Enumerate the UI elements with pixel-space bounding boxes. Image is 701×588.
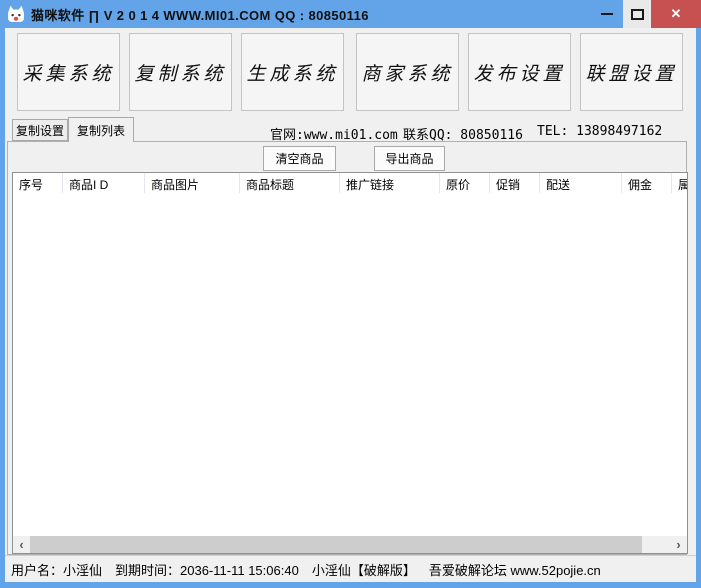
table-body (13, 193, 687, 536)
close-button[interactable]: ✕ (651, 0, 701, 28)
maximize-icon (631, 9, 644, 20)
minimize-button[interactable] (590, 0, 623, 28)
column-header-6[interactable]: 促销 (490, 173, 540, 193)
column-header-7[interactable]: 配送 (540, 173, 622, 193)
toolbar: 采集系统复制系统生成系统商家系统发布设置联盟设置 (5, 33, 696, 111)
window-controls: ✕ (590, 0, 701, 28)
status-bar: 用户名：小淫仙到期时间：2036-11-11 15:06:40 小淫仙【破解版】吾… (5, 555, 696, 582)
window-title: 猫咪软件 ∏ V 2 0 1 4 WWW.MI01.COM QQ : 80850… (31, 5, 369, 24)
column-header-0[interactable]: 序号 (13, 173, 63, 193)
product-list: 序号商品I D商品图片商品标题推广链接原价促销配送佣金属性 ‹ › (12, 172, 688, 554)
column-header-5[interactable]: 原价 (440, 173, 490, 193)
maximize-button[interactable] (623, 0, 651, 28)
clear-products-button[interactable]: 清空商品 (263, 146, 336, 171)
export-products-button[interactable]: 导出商品 (374, 146, 445, 171)
app-icon-cat (7, 5, 25, 23)
toolbar-button-collect-system[interactable]: 采集系统 (17, 33, 120, 111)
scroll-right-button[interactable]: › (670, 536, 687, 553)
scroll-left-button[interactable]: ‹ (13, 536, 30, 553)
scrollbar-track[interactable] (642, 536, 670, 553)
status-part-2: 小淫仙【破解版】 (312, 560, 416, 579)
column-header-1[interactable]: 商品I D (63, 173, 145, 193)
toolbar-button-alliance-settings[interactable]: 联盟设置 (580, 33, 683, 111)
toolbar-button-publish-settings[interactable]: 发布设置 (468, 33, 571, 111)
status-part-3: 吾爱破解论坛 www.52pojie.cn (429, 560, 601, 579)
tab-copy-settings[interactable]: 复制设置 (12, 119, 68, 141)
status-part-1: 到期时间：2036-11-11 15:06:40 (115, 560, 299, 579)
table-header: 序号商品I D商品图片商品标题推广链接原价促销配送佣金属性 (13, 173, 687, 194)
column-header-3[interactable]: 商品标题 (240, 173, 340, 193)
status-part-0: 用户名：小淫仙 (11, 560, 102, 579)
column-header-4[interactable]: 推广链接 (340, 173, 440, 193)
app-window: 猫咪软件 ∏ V 2 0 1 4 WWW.MI01.COM QQ : 80850… (0, 0, 701, 588)
tab-page-copy-list: 清空商品 导出商品 序号商品I D商品图片商品标题推广链接原价促销配送佣金属性 … (7, 141, 687, 555)
minimize-icon (601, 13, 613, 15)
contact-tel-text: TEL: 13898497162 (537, 124, 662, 139)
toolbar-button-generate-system[interactable]: 生成系统 (241, 33, 344, 111)
close-icon: ✕ (671, 6, 682, 22)
toolbar-button-merchant-system[interactable]: 商家系统 (356, 33, 459, 111)
client-area: 采集系统复制系统生成系统商家系统发布设置联盟设置 复制设置复制列表 官网:www… (5, 28, 696, 582)
scrollbar-thumb[interactable] (30, 536, 642, 553)
titlebar[interactable]: 猫咪软件 ∏ V 2 0 1 4 WWW.MI01.COM QQ : 80850… (0, 0, 701, 28)
scroll-right-icon: › (676, 537, 680, 552)
column-header-8[interactable]: 佣金 (622, 173, 672, 193)
tab-copy-list[interactable]: 复制列表 (68, 117, 134, 142)
column-header-2[interactable]: 商品图片 (145, 173, 240, 193)
column-header-9[interactable]: 属性 (672, 173, 687, 193)
horizontal-scrollbar[interactable]: ‹ › (13, 536, 687, 553)
scroll-left-icon: ‹ (19, 537, 23, 552)
toolbar-button-copy-system[interactable]: 复制系统 (129, 33, 232, 111)
